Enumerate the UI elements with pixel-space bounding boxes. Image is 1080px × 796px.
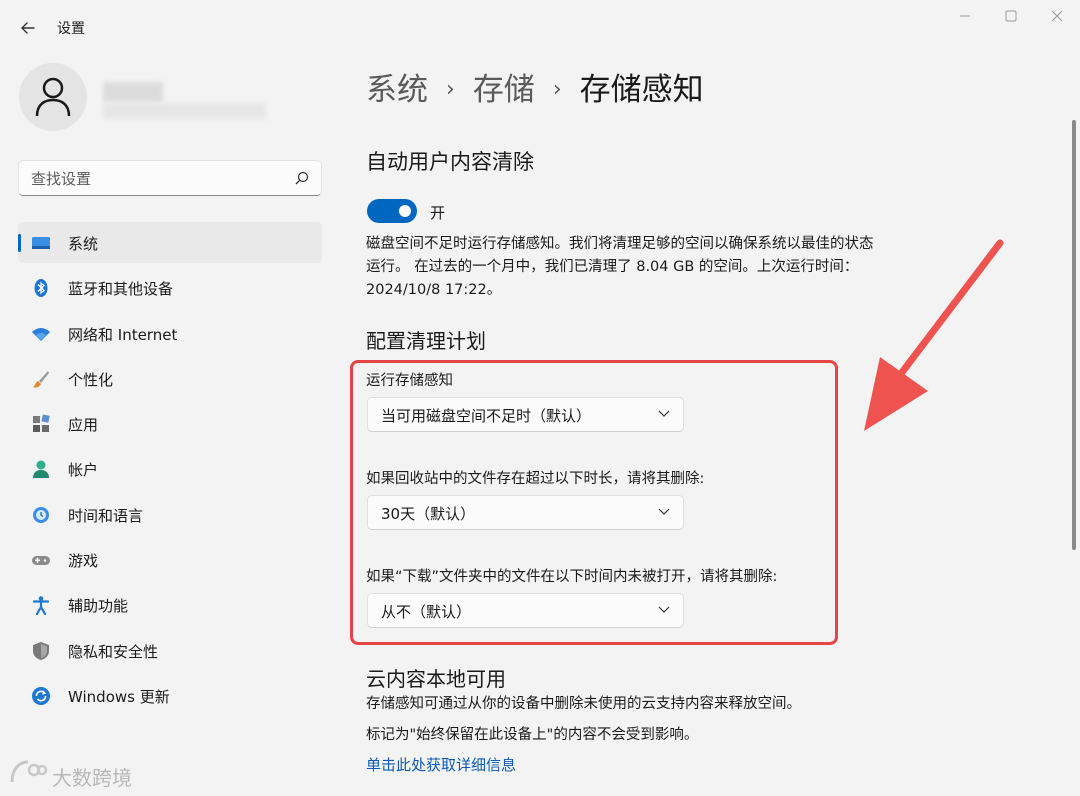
apps-icon (33, 414, 50, 433)
minimize-button[interactable] (942, 6, 988, 26)
sidebar-item-label: Windows 更新 (68, 687, 170, 706)
sidebar-item-gaming[interactable]: 游戏 (18, 539, 322, 580)
sidebar-item-label: 网络和 Internet (68, 325, 178, 344)
avatar[interactable] (19, 63, 87, 131)
sidebar-item-label: 游戏 (68, 552, 99, 571)
account-icon (33, 460, 49, 479)
red-arrow-annotation-icon (864, 239, 1004, 431)
downloads-dropdown[interactable]: 从不（默认） (367, 593, 684, 628)
chevron-down-icon (658, 410, 670, 417)
chevron-down-icon (658, 508, 670, 515)
sidebar-item-windows-update[interactable]: Windows 更新 (18, 675, 322, 716)
breadcrumb: 系统 › 存储 › 存储感知 (366, 64, 704, 109)
storage-sense-toggle[interactable] (367, 199, 417, 223)
sidebar-item-system[interactable]: 系统 (18, 222, 322, 263)
sidebar-item-bluetooth[interactable]: 蓝牙和其他设备 (18, 267, 322, 308)
recycle-bin-label: 如果回收站中的文件存在超过以下时长，请将其删除: (366, 471, 705, 487)
sidebar-item-label: 帐户 (68, 461, 99, 480)
email-redacted (103, 103, 266, 119)
system-display-icon (32, 237, 50, 249)
sidebar-item-apps[interactable]: 应用 (18, 403, 322, 444)
toggle-state-label: 开 (430, 204, 446, 222)
cloud-description-line2: 标记为"始终保留在此设备上"的内容不会受到影响。 (366, 727, 699, 743)
cloud-content-heading: 云内容本地可用 (366, 667, 506, 691)
downloads-label: 如果“下载”文件夹中的文件在以下时间内未被打开，请将其删除: (366, 569, 778, 585)
breadcrumb-system[interactable]: 系统 (366, 72, 428, 108)
paintbrush-icon (33, 370, 49, 388)
back-arrow-icon (21, 22, 35, 34)
update-icon (32, 686, 50, 705)
sidebar-item-accounts[interactable]: 帐户 (18, 448, 322, 489)
toggle-knob (399, 205, 411, 217)
schedule-heading: 配置清理计划 (366, 329, 486, 353)
minimize-icon (960, 15, 970, 17)
sidebar-item-personalization[interactable]: 个性化 (18, 358, 322, 399)
title-bar: 设置 (0, 0, 1080, 56)
app-title: 设置 (57, 21, 85, 37)
run-storage-sense-dropdown[interactable]: 当可用磁盘空间不足时（默认） (367, 397, 684, 432)
auto-cleanup-heading: 自动用户内容清除 (366, 150, 534, 174)
sidebar-item-time-language[interactable]: 时间和语言 (18, 494, 322, 535)
dropdown-value: 当可用磁盘空间不足时（默认） (381, 407, 592, 425)
sidebar-item-privacy[interactable]: 隐私和安全性 (18, 630, 322, 671)
sidebar-nav: 系统 蓝牙和其他设备 网络和 Internet 个性化 应用 帐户 时间和语言 … (18, 222, 322, 720)
gamepad-icon (32, 556, 50, 566)
accessibility-icon (32, 596, 50, 616)
page-title: 存储感知 (579, 72, 704, 108)
search-icon[interactable] (295, 171, 309, 185)
close-icon (1051, 10, 1063, 22)
search-input[interactable] (31, 168, 281, 190)
cloud-description-line1: 存储感知可通过从你的设备中删除未使用的云支持内容来释放空间。 (366, 696, 801, 712)
shield-icon (33, 641, 49, 660)
time-language-icon (33, 506, 49, 523)
sidebar-item-label: 辅助功能 (68, 597, 129, 616)
sidebar-item-label: 时间和语言 (68, 506, 144, 525)
sidebar-item-network[interactable]: 网络和 Internet (18, 313, 322, 354)
watermark-logo-icon (10, 760, 48, 783)
maximize-icon (1005, 10, 1017, 22)
back-button[interactable] (14, 14, 42, 42)
sidebar-item-label: 蓝牙和其他设备 (68, 280, 174, 299)
breadcrumb-separator-icon: › (446, 77, 455, 102)
sidebar-item-label: 应用 (68, 416, 99, 435)
user-icon (35, 77, 71, 117)
dropdown-value: 30天（默认） (381, 505, 476, 523)
breadcrumb-storage[interactable]: 存储 (473, 72, 535, 108)
learn-more-link[interactable]: 单击此处获取详细信息 (366, 754, 516, 775)
auto-cleanup-description: 磁盘空间不足时运行存储感知。我们将清理足够的空间以确保系统以最佳的状态运行。 在… (366, 236, 874, 298)
active-indicator (18, 234, 21, 252)
scrollbar[interactable] (1072, 120, 1076, 550)
username-redacted (103, 82, 163, 102)
sidebar-item-label: 隐私和安全性 (68, 642, 159, 661)
run-storage-sense-label: 运行存储感知 (366, 373, 453, 389)
search-box[interactable] (18, 160, 322, 196)
recycle-bin-dropdown[interactable]: 30天（默认） (367, 495, 684, 530)
maximize-button[interactable] (988, 6, 1034, 26)
watermark-text: 大数跨境 (52, 766, 132, 790)
bluetooth-icon (34, 279, 48, 298)
sidebar-item-accessibility[interactable]: 辅助功能 (18, 584, 322, 625)
breadcrumb-separator-icon: › (552, 77, 562, 102)
wifi-icon (32, 327, 50, 341)
sidebar-item-label: 系统 (68, 235, 99, 253)
sidebar-item-label: 个性化 (68, 370, 114, 389)
dropdown-value: 从不（默认） (381, 603, 472, 621)
watermark: 大数跨境 (8, 758, 132, 793)
chevron-down-icon (658, 606, 670, 613)
close-button[interactable] (1034, 6, 1080, 26)
sidebar: 系统 蓝牙和其他设备 网络和 Internet 个性化 (0, 56, 340, 796)
